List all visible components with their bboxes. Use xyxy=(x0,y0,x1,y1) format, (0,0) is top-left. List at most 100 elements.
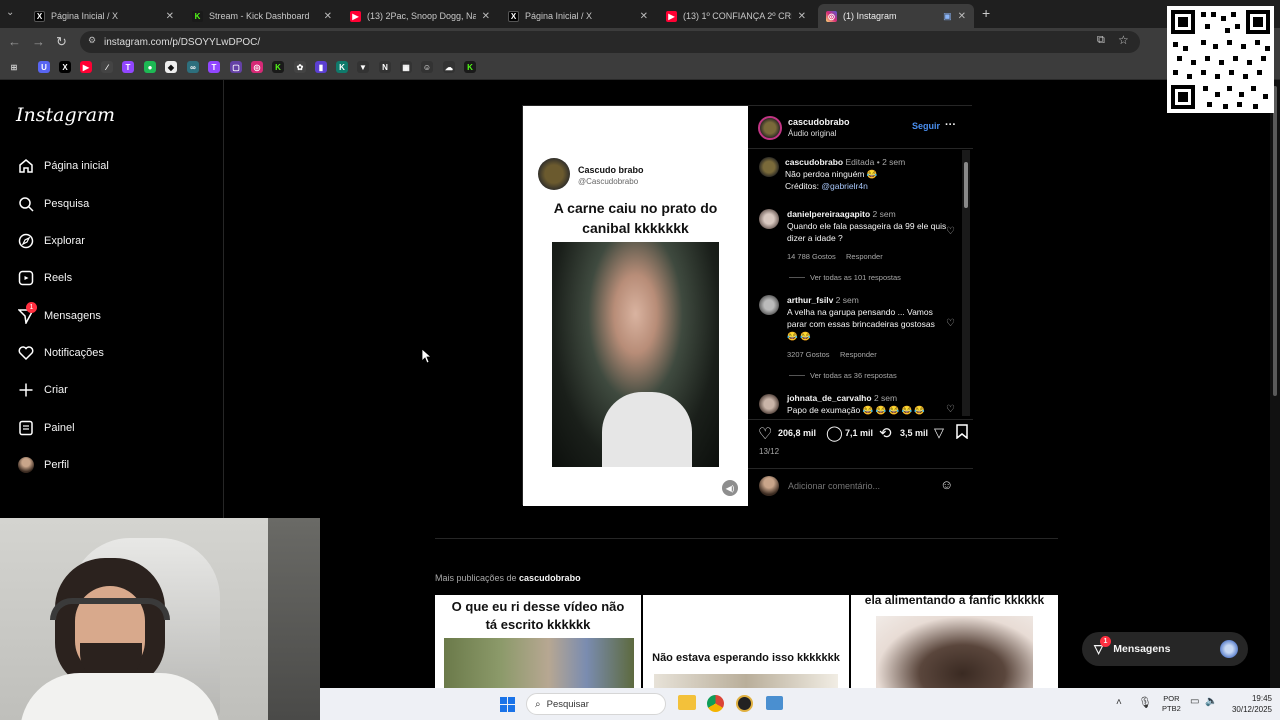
messages-floating-button[interactable]: ▽ 1 Mensagens xyxy=(1082,632,1248,666)
comments-scrollbar[interactable] xyxy=(962,150,970,416)
comment-like-heart-icon[interactable]: ♡ xyxy=(946,318,955,329)
file-explorer-icon[interactable] xyxy=(678,695,696,710)
microphone-icon[interactable]: 🎙 xyxy=(1138,696,1152,709)
comment-bubble-icon[interactable]: ◯ xyxy=(826,424,843,442)
tab-search-chevron-icon[interactable]: ⌄ xyxy=(6,7,14,18)
page-scrollbar[interactable] xyxy=(1270,80,1280,688)
bookmark-icon[interactable]: ▢ xyxy=(230,61,242,73)
browser-tab-5[interactable]: ▶ (13) 1º CONFIANÇA 2º CRIATIV ✕ xyxy=(658,4,814,28)
close-tab-icon[interactable]: ✕ xyxy=(166,11,174,22)
more-posts-username[interactable]: cascudobrabo xyxy=(519,573,581,583)
app-icon[interactable] xyxy=(766,696,783,710)
sidebar-item-dashboard[interactable]: Painel xyxy=(16,418,75,438)
comment-reply-button[interactable]: Responder xyxy=(840,350,877,359)
comment-likes[interactable]: 3207 Gostos xyxy=(787,350,830,359)
more-post-tile-1[interactable]: O que eu ri desse vídeo não tá escrito k… xyxy=(435,595,641,688)
site-info-icon[interactable]: ⚙ xyxy=(88,35,96,46)
view-replies-button[interactable]: Ver todas as 101 respostas xyxy=(810,273,901,282)
author-avatar[interactable] xyxy=(758,116,782,140)
windows-start-icon[interactable] xyxy=(500,697,515,712)
bookmark-x-icon[interactable]: X xyxy=(59,61,71,73)
bookmark-youtube-icon[interactable]: ▶ xyxy=(80,61,92,73)
comment-avatar[interactable] xyxy=(759,209,779,229)
tray-chevron-icon[interactable]: ˄ xyxy=(1116,697,1122,708)
add-comment-input[interactable] xyxy=(788,478,938,494)
forward-arrow-icon[interactable]: → xyxy=(32,34,45,49)
bookmark-twitch-icon[interactable]: T xyxy=(208,61,220,73)
close-tab-icon[interactable]: ✕ xyxy=(324,11,332,22)
sidebar-item-profile[interactable]: Perfil xyxy=(16,455,69,475)
bookmark-icon[interactable]: ▼ xyxy=(357,61,369,73)
sidebar-item-home[interactable]: Página inicial xyxy=(16,156,109,176)
volume-icon[interactable]: 🔈 xyxy=(1205,696,1217,707)
comment-like-heart-icon[interactable]: ♡ xyxy=(946,226,955,237)
comment-like-heart-icon[interactable]: ♡ xyxy=(946,404,955,415)
install-app-icon[interactable]: ⧉ xyxy=(1097,34,1105,47)
comment-username[interactable]: johnata_de_carvalho xyxy=(787,393,872,403)
taskbar-search-box[interactable]: ⌕ Pesquisar xyxy=(526,693,666,715)
bookmark-icon[interactable]: ☁ xyxy=(443,61,455,73)
reload-icon[interactable]: ↻ xyxy=(56,34,67,50)
browser-tab-4[interactable]: X Página Inicial / X ✕ xyxy=(500,4,656,28)
sidebar-item-create[interactable]: Criar xyxy=(16,380,68,400)
audio-subtitle[interactable]: Áudio original xyxy=(788,129,836,138)
repost-icon[interactable]: ⟲ xyxy=(879,424,892,442)
bookmark-icon[interactable]: ✿ xyxy=(294,61,306,73)
comment-reply-button[interactable]: Responder xyxy=(846,252,883,261)
bookmark-link-icon[interactable]: ∞ xyxy=(187,61,199,73)
close-tab-icon[interactable]: ✕ xyxy=(958,11,966,22)
more-post-tile-2[interactable]: Não estava esperando isso kkkkkkk xyxy=(643,595,849,688)
close-tab-icon[interactable]: ✕ xyxy=(640,11,648,22)
author-username[interactable]: cascudobrabo xyxy=(788,117,850,127)
url-field[interactable]: ⚙ instagram.com/p/DSOYYLwDPOC/ xyxy=(80,31,1140,53)
repost-count[interactable]: 3,5 mil xyxy=(900,428,928,438)
new-tab-plus-icon[interactable]: + xyxy=(982,5,990,21)
close-tab-icon[interactable]: ✕ xyxy=(482,11,490,22)
bookmark-icon[interactable]: ∕ xyxy=(101,61,113,73)
comment-username[interactable]: arthur_fsilv xyxy=(787,295,833,305)
follow-button[interactable]: Seguir xyxy=(912,121,940,131)
bookmark-instagram-icon[interactable]: ◎ xyxy=(251,61,263,73)
bookmark-icon[interactable]: ◆ xyxy=(165,61,177,73)
comment-avatar[interactable] xyxy=(759,394,779,414)
bookmark-icon[interactable]: ● xyxy=(144,61,156,73)
clock[interactable]: 19:45 30/12/2025 xyxy=(1220,693,1272,715)
bookmark-kick-icon[interactable]: K xyxy=(272,61,284,73)
like-heart-icon[interactable]: ♡ xyxy=(758,424,772,444)
browser-tab-1[interactable]: X Página Inicial / X ✕ xyxy=(26,4,182,28)
comment-avatar[interactable] xyxy=(759,295,779,315)
close-tab-icon[interactable]: ✕ xyxy=(798,11,806,22)
bookmark-icon[interactable]: ▦ xyxy=(400,61,412,73)
apps-grid-icon[interactable]: ⊞ xyxy=(8,61,20,73)
emoji-picker-icon[interactable]: ☺ xyxy=(940,477,953,492)
instagram-logo[interactable]: Instagram xyxy=(16,104,115,126)
bookmark-star-icon[interactable]: ☆ xyxy=(1118,33,1129,47)
caption-avatar[interactable] xyxy=(759,157,779,177)
share-send-icon[interactable]: ▽ xyxy=(934,425,944,441)
post-media[interactable]: Cascudo brabo @Cascudobrabo A carne caiu… xyxy=(523,106,748,506)
sidebar-item-messages[interactable]: 1 Mensagens xyxy=(16,302,101,326)
mute-icon[interactable]: ◀) xyxy=(722,480,738,496)
bookmark-icon[interactable]: K xyxy=(336,61,348,73)
network-icon[interactable]: ▭ xyxy=(1190,696,1199,707)
browser-tab-2[interactable]: K Stream - Kick Dashboard ✕ xyxy=(184,4,340,28)
view-replies-button[interactable]: Ver todas as 36 respostas xyxy=(810,371,897,380)
bookmark-icon[interactable]: U xyxy=(38,61,50,73)
save-bookmark-icon[interactable] xyxy=(956,424,968,440)
more-post-tile-3[interactable]: ela alimentando a fanfic kkkkkk xyxy=(851,595,1058,688)
comment-count[interactable]: 7,1 mil xyxy=(845,428,873,438)
chrome-icon[interactable] xyxy=(707,695,724,712)
comment-likes[interactable]: 14 788 Gostos xyxy=(787,252,836,261)
more-options-icon[interactable]: ··· xyxy=(945,119,956,131)
caption-mention-link[interactable]: @gabrielr4n xyxy=(821,181,867,191)
bookmark-icon[interactable]: N xyxy=(379,61,391,73)
bookmark-icon[interactable]: ▮ xyxy=(315,61,327,73)
sidebar-item-explore[interactable]: Explorar xyxy=(16,231,85,251)
bookmark-icon[interactable]: ☺ xyxy=(421,61,433,73)
bookmark-twitch-icon[interactable]: T xyxy=(122,61,134,73)
sidebar-item-reels[interactable]: Reels xyxy=(16,268,72,288)
caption-username[interactable]: cascudobrabo xyxy=(785,157,843,167)
browser-tab-6-active[interactable]: ◎ (1) Instagram ▣ ✕ xyxy=(818,4,974,28)
comment-username[interactable]: danielpereiraagapito xyxy=(787,209,870,219)
bookmark-kick-icon[interactable]: K xyxy=(464,61,476,73)
